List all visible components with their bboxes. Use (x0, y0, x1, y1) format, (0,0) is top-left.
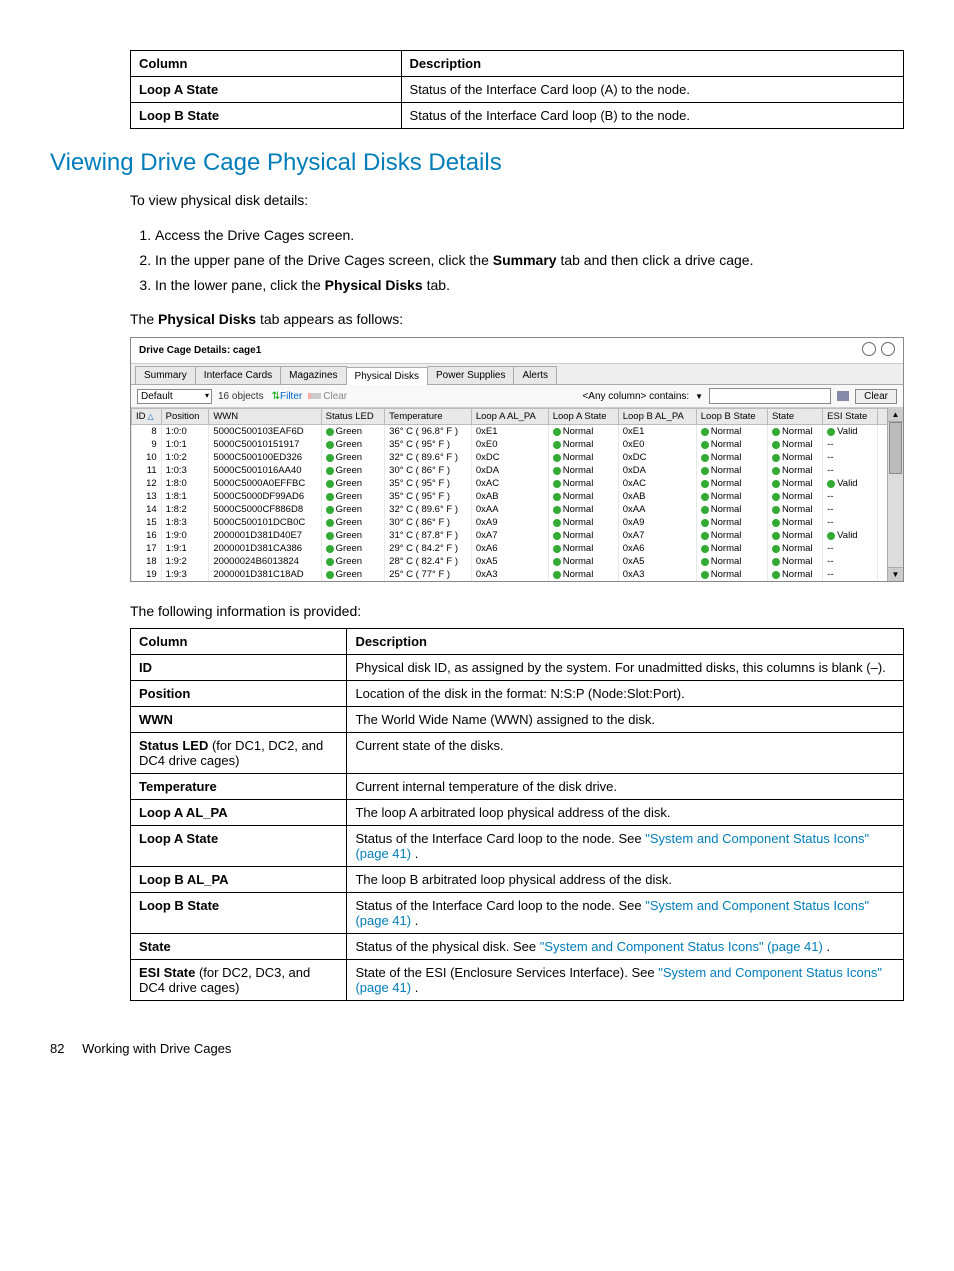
tab-interface-cards[interactable]: Interface Cards (195, 366, 281, 384)
table-cell: Loop A State (131, 825, 347, 866)
clear-button[interactable]: Clear (855, 389, 897, 404)
grid-header[interactable]: ESI State (823, 409, 878, 425)
intro-text: To view physical disk details: (130, 191, 904, 211)
filter-button[interactable]: ⇅Filter (270, 391, 303, 402)
table-row[interactable]: 111:0:35000C5001016AA40Green30° C ( 86° … (132, 464, 888, 477)
table-cell: Status of the Interface Card loop (A) to… (401, 77, 903, 103)
table-row[interactable]: 171:9:12000001D381CA386Green29° C ( 84.2… (132, 542, 888, 555)
grid-header[interactable]: Loop B AL_PA (618, 409, 696, 425)
dropdown-icon[interactable]: ▼ (695, 392, 703, 401)
scroll-up-icon[interactable]: ▲ (888, 408, 903, 422)
drive-cage-details-panel: Drive Cage Details: cage1 SummaryInterfa… (130, 337, 904, 582)
step-item: In the lower pane, click the Physical Di… (155, 275, 904, 296)
table-cell: Current internal temperature of the disk… (347, 773, 904, 799)
grid-container: ID△PositionWWNStatus LEDTemperatureLoop … (131, 408, 903, 581)
grid-header[interactable]: ID△ (132, 409, 162, 425)
tab-power-supplies[interactable]: Power Supplies (427, 366, 514, 384)
panel-title: Drive Cage Details: cage1 (139, 345, 261, 356)
col-header: Description (401, 51, 903, 77)
refresh-icon[interactable] (862, 342, 876, 356)
table-cell: Loop B State (131, 103, 402, 129)
grid-header[interactable]: State (767, 409, 822, 425)
table-row[interactable]: 131:8:15000C5000DF99AD6Green35° C ( 95° … (132, 490, 888, 503)
col-header: Column (131, 628, 347, 654)
after-panel-text: The following information is provided: (130, 602, 904, 622)
table-cell: The loop A arbitrated loop physical addr… (347, 799, 904, 825)
table-cell: Loop B AL_PA (131, 866, 347, 892)
scrollbar[interactable]: ▲ ▼ (887, 408, 903, 581)
disks-grid: ID△PositionWWNStatus LEDTemperatureLoop … (131, 408, 888, 581)
table-row[interactable]: 121:8:05000C5000A0EFFBCGreen35° C ( 95° … (132, 477, 888, 490)
table-cell: Physical disk ID, as assigned by the sys… (347, 654, 904, 680)
search-input[interactable] (709, 388, 831, 404)
loop-state-table: Column Description Loop A StateStatus of… (130, 50, 904, 129)
toolbar: Default 16 objects ⇅Filter Clear <Any co… (131, 385, 903, 408)
grid-header[interactable]: Loop A AL_PA (471, 409, 548, 425)
table-cell: ESI State (for DC2, DC3, and DC4 drive c… (131, 959, 347, 1000)
printer-icon[interactable] (837, 391, 849, 401)
search-label: <Any column> contains: (582, 391, 689, 402)
grid-header[interactable]: Loop A State (548, 409, 618, 425)
tab-physical-disks[interactable]: Physical Disks (346, 367, 428, 385)
clear-filter-button[interactable]: Clear (308, 391, 347, 402)
tab-alerts[interactable]: Alerts (513, 366, 557, 384)
steps-list: Access the Drive Cages screen. In the upp… (130, 225, 904, 296)
table-cell: Loop A AL_PA (131, 799, 347, 825)
page-number: 82 (50, 1041, 64, 1056)
tab-magazines[interactable]: Magazines (280, 366, 346, 384)
col-header: Column (131, 51, 402, 77)
grid-header[interactable]: Loop B State (696, 409, 767, 425)
panel-titlebar: Drive Cage Details: cage1 (131, 338, 903, 364)
table-cell: Status of the Interface Card loop to the… (347, 825, 904, 866)
step-item: In the upper pane of the Drive Cages scr… (155, 250, 904, 271)
table-cell: Loop A State (131, 77, 402, 103)
table-cell: Status LED (for DC1, DC2, and DC4 drive … (131, 732, 347, 773)
table-cell: WWN (131, 706, 347, 732)
step-item: Access the Drive Cages screen. (155, 225, 904, 246)
table-row[interactable]: 91:0:15000C50010151917Green35° C ( 95° F… (132, 438, 888, 451)
title-icons (860, 342, 895, 359)
grid-header[interactable]: Position (161, 409, 209, 425)
tab-summary[interactable]: Summary (135, 366, 196, 384)
table-row[interactable]: 101:0:25000C500100ED326Green32° C ( 89.6… (132, 451, 888, 464)
footer-text: Working with Drive Cages (82, 1041, 231, 1056)
grid-header[interactable]: WWN (209, 409, 321, 425)
grid-header[interactable]: Status LED (321, 409, 385, 425)
table-row[interactable]: 151:8:35000C500101DCB0CGreen30° C ( 86° … (132, 516, 888, 529)
section-heading: Viewing Drive Cage Physical Disks Detail… (50, 149, 904, 177)
table-cell: The loop B arbitrated loop physical addr… (347, 866, 904, 892)
table-row[interactable]: 181:9:220000024B6013824Green28° C ( 82.4… (132, 555, 888, 568)
table-row[interactable]: 141:8:25000C5000CF886D8Green32° C ( 89.6… (132, 503, 888, 516)
help-icon[interactable] (881, 342, 895, 356)
grid-header[interactable]: Temperature (385, 409, 472, 425)
scroll-thumb[interactable] (889, 422, 902, 474)
table-cell: Status of the physical disk. See "System… (347, 933, 904, 959)
table-cell: State of the ESI (Enclosure Services Int… (347, 959, 904, 1000)
table-cell: Status of the Interface Card loop to the… (347, 892, 904, 933)
table-row[interactable]: 161:9:02000001D381D40E7Green31° C ( 87.8… (132, 529, 888, 542)
col-header: Description (347, 628, 904, 654)
view-select[interactable]: Default (137, 389, 212, 404)
table-cell: Current state of the disks. (347, 732, 904, 773)
table-cell: Status of the Interface Card loop (B) to… (401, 103, 903, 129)
grid-header[interactable] (877, 409, 887, 425)
table-cell: Loop B State (131, 892, 347, 933)
table-cell: The World Wide Name (WWN) assigned to th… (347, 706, 904, 732)
table-row[interactable]: 191:9:32000001D381C18ADGreen25° C ( 77° … (132, 568, 888, 581)
page-footer: 82 Working with Drive Cages (50, 1041, 904, 1056)
table-cell: Position (131, 680, 347, 706)
panel-tabs: SummaryInterface CardsMagazinesPhysical … (131, 364, 903, 385)
table-cell: State (131, 933, 347, 959)
table-cell: ID (131, 654, 347, 680)
object-count: 16 objects (218, 391, 264, 402)
tab-appears-text: The Physical Disks tab appears as follow… (130, 310, 904, 330)
table-row[interactable]: 81:0:05000C500103EAF6DGreen36° C ( 96.8°… (132, 425, 888, 439)
scroll-down-icon[interactable]: ▼ (888, 567, 903, 581)
table-cell: Temperature (131, 773, 347, 799)
info-table: Column Description IDPhysical disk ID, a… (130, 628, 904, 1001)
table-cell: Location of the disk in the format: N:S:… (347, 680, 904, 706)
